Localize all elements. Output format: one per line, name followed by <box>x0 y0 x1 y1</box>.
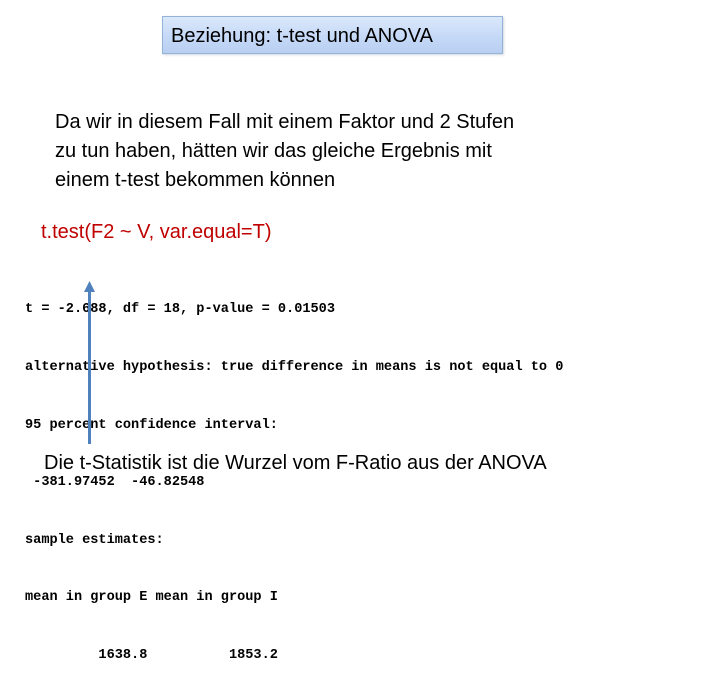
output-line-estimates-label: sample estimates: <box>25 532 164 548</box>
conclusion-text: Die t-Statistik ist die Wurzel vom F-Rat… <box>44 452 547 474</box>
r-command: t.test(F2 ~ V, var.equal=T) <box>41 221 272 243</box>
intro-line: zu tun haben, hätten wir das gleiche Erg… <box>55 140 492 162</box>
arrow-head <box>84 281 95 292</box>
output-line-ci-values: -381.97452 -46.82548 <box>25 475 205 491</box>
output-line-alternative: alternative hypothesis: true difference … <box>25 360 564 376</box>
output-line-ci-label: 95 percent confidence interval: <box>25 417 278 433</box>
up-arrow-icon <box>84 281 95 444</box>
output-line-group-headers: mean in group E mean in group I <box>25 590 278 606</box>
slide-title-box: Beziehung: t-test und ANOVA <box>162 16 503 54</box>
output-line-t-statistic: t = -2.688, df = 18, p-value = 0.01503 <box>25 302 335 318</box>
slide-title: Beziehung: t-test und ANOVA <box>171 25 434 47</box>
intro-line: Da wir in diesem Fall mit einem Faktor u… <box>55 111 515 133</box>
intro-line: einem t-test bekommen können <box>55 169 336 191</box>
intro-paragraph: Da wir in diesem Fall mit einem Faktor u… <box>55 108 635 195</box>
output-line-group-means: 1638.8 1853.2 <box>25 648 278 664</box>
